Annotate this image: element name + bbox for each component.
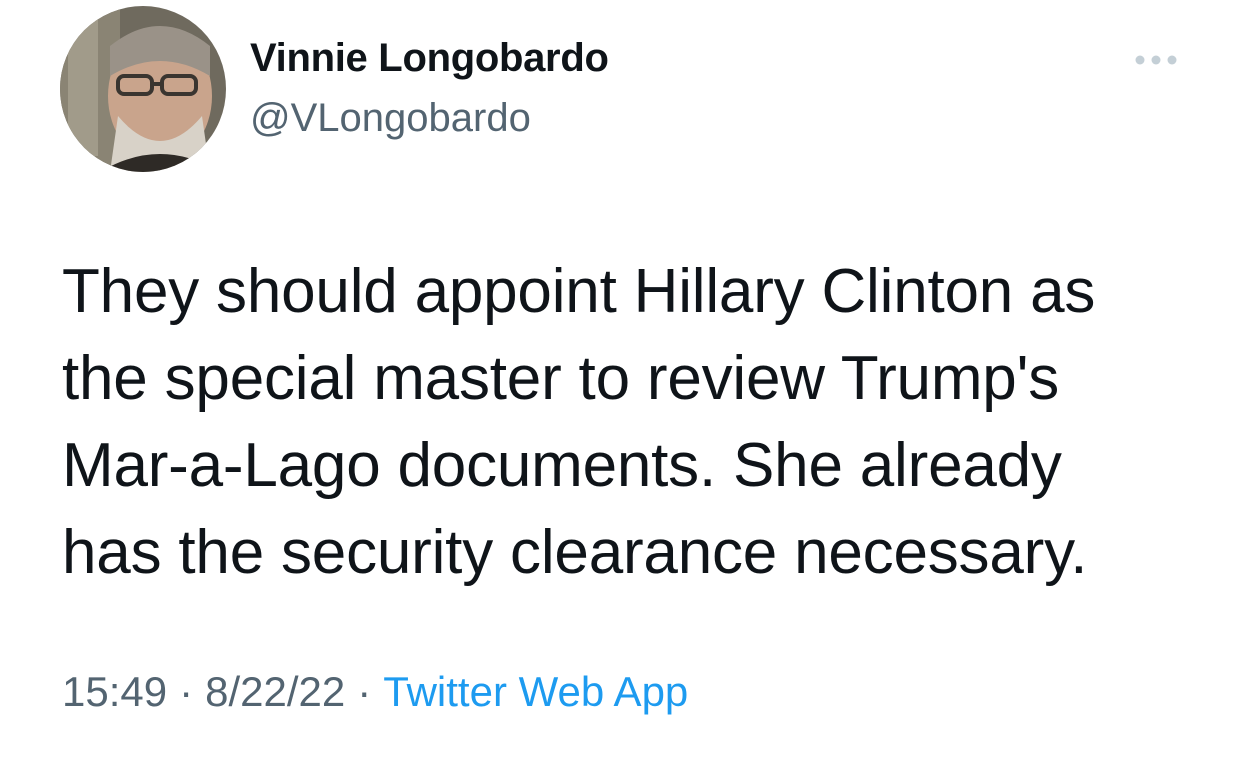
tweet-text: They should appoint Hillary Clinton as t… bbox=[62, 248, 1212, 596]
meta-separator: · bbox=[179, 668, 194, 715]
handle[interactable]: @VLongobardo bbox=[250, 96, 531, 141]
tweet-text-line: They should appoint Hillary Clinton as bbox=[62, 257, 1096, 326]
more-button[interactable] bbox=[1124, 40, 1188, 80]
tweet-date[interactable]: 8/22/22 bbox=[205, 668, 345, 715]
more-dots-icon bbox=[1135, 55, 1177, 65]
profile-photo-icon bbox=[60, 6, 226, 172]
tweet-text-line: has the security clearance necessary. bbox=[62, 518, 1088, 587]
meta-separator: · bbox=[357, 668, 372, 715]
display-name[interactable]: Vinnie Longobardo bbox=[250, 36, 609, 81]
tweet-source-link[interactable]: Twitter Web App bbox=[383, 668, 688, 715]
avatar[interactable] bbox=[60, 6, 226, 172]
tweet-text-line: Mar-a-Lago documents. She already bbox=[62, 431, 1062, 500]
tweet-text-line: the special master to review Trump's bbox=[62, 344, 1060, 413]
tweet-time[interactable]: 15:49 bbox=[62, 668, 167, 715]
tweet-metadata: 15:49 · 8/22/22 · Twitter Web App bbox=[62, 668, 688, 716]
